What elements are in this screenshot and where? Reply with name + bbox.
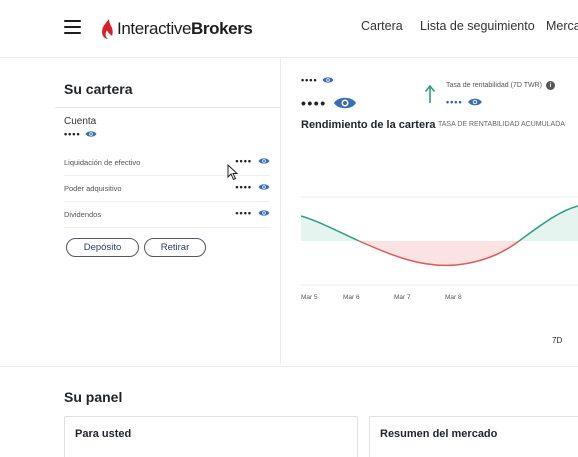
eye-icon[interactable] (322, 76, 334, 84)
twr-label: Tasa de rentabilidad (7D TWR) i (446, 81, 555, 90)
masked-value: •••• (301, 95, 327, 111)
twr-value: •••• (446, 97, 483, 107)
mouse-cursor-icon (227, 164, 239, 181)
masked-account-value: •••• (64, 129, 81, 139)
deposit-button[interactable]: Depósito (66, 238, 139, 257)
row-dividends: Dividendos •••• (64, 202, 270, 228)
withdraw-button[interactable]: Retirar (144, 238, 206, 257)
divider (55, 107, 280, 108)
nav-lista-de-seguimiento[interactable]: Lista de seguimiento (420, 19, 535, 33)
eye-icon[interactable] (258, 157, 270, 165)
portfolio-title: Su cartera (64, 81, 133, 97)
masked-value: •••• (446, 97, 463, 107)
masked-value: •••• (301, 75, 318, 85)
portfolio-panel: Su cartera Cuenta •••• Liquidación de ef… (55, 58, 280, 364)
interactive-brokers-logo[interactable]: InteractiveBrokers (100, 16, 253, 42)
row-label: Liquidación de efectivo (64, 158, 141, 167)
performance-subtitle: TASA DE RENTABILIDAD ACUMULADA (438, 121, 565, 128)
info-icon[interactable]: i (545, 81, 555, 90)
row-label: Poder adquisitivo (64, 184, 122, 193)
positive-area-right (519, 206, 578, 241)
eye-icon[interactable] (85, 130, 97, 138)
nav-cartera[interactable]: Cartera (361, 19, 403, 33)
masked-value: •••• (235, 208, 252, 218)
big-masked-value: •••• (301, 95, 357, 111)
account-label: Cuenta (64, 116, 97, 127)
eye-icon[interactable] (333, 95, 357, 111)
card-resumen-mercado[interactable]: Resumen del mercado (369, 416, 578, 457)
hamburger-menu-icon[interactable] (64, 20, 81, 34)
account-value: •••• (64, 129, 97, 139)
nav-mercado[interactable]: Merca (546, 19, 578, 33)
x-tick-label: Mar 8 (445, 294, 462, 301)
top-header: InteractiveBrokers Cartera Lista de segu… (0, 0, 578, 58)
x-tick-label: Mar 5 (301, 294, 318, 301)
eye-icon[interactable] (467, 97, 483, 107)
section-divider (0, 366, 578, 367)
row-cash-settlement: Liquidación de efectivo •••• (64, 150, 270, 176)
card-para-usted[interactable]: Para usted (64, 416, 358, 457)
dashboard-title: Su panel (64, 389, 123, 405)
masked-value: •••• (235, 182, 252, 192)
row-value: •••• (235, 156, 270, 166)
logo-flame-icon (102, 19, 113, 39)
negative-area (359, 241, 519, 266)
performance-chart[interactable] (301, 143, 578, 308)
logo-text: InteractiveBrokers (117, 19, 253, 38)
mini-masked-value: •••• (301, 75, 334, 85)
twr-label-text: Tasa de rentabilidad (7D TWR) (446, 82, 542, 89)
arrow-up-icon (424, 84, 436, 103)
x-tick-label: Mar 6 (343, 294, 360, 301)
range-7d-button[interactable]: 7D (552, 336, 562, 345)
row-buying-power: Poder adquisitivo •••• (64, 176, 270, 202)
eye-icon[interactable] (258, 183, 270, 191)
performance-title: Rendimiento de la cartera (301, 119, 436, 131)
row-value: •••• (235, 182, 270, 192)
eye-icon[interactable] (258, 209, 270, 217)
x-tick-label: Mar 7 (394, 294, 411, 301)
row-label: Dividendos (64, 210, 102, 219)
performance-panel: •••• •••• Tasa de rentabilidad (7D TWR) … (281, 58, 578, 364)
card-title: Resumen del mercado (380, 428, 498, 440)
card-title: Para usted (75, 428, 132, 440)
row-value: •••• (235, 208, 270, 218)
